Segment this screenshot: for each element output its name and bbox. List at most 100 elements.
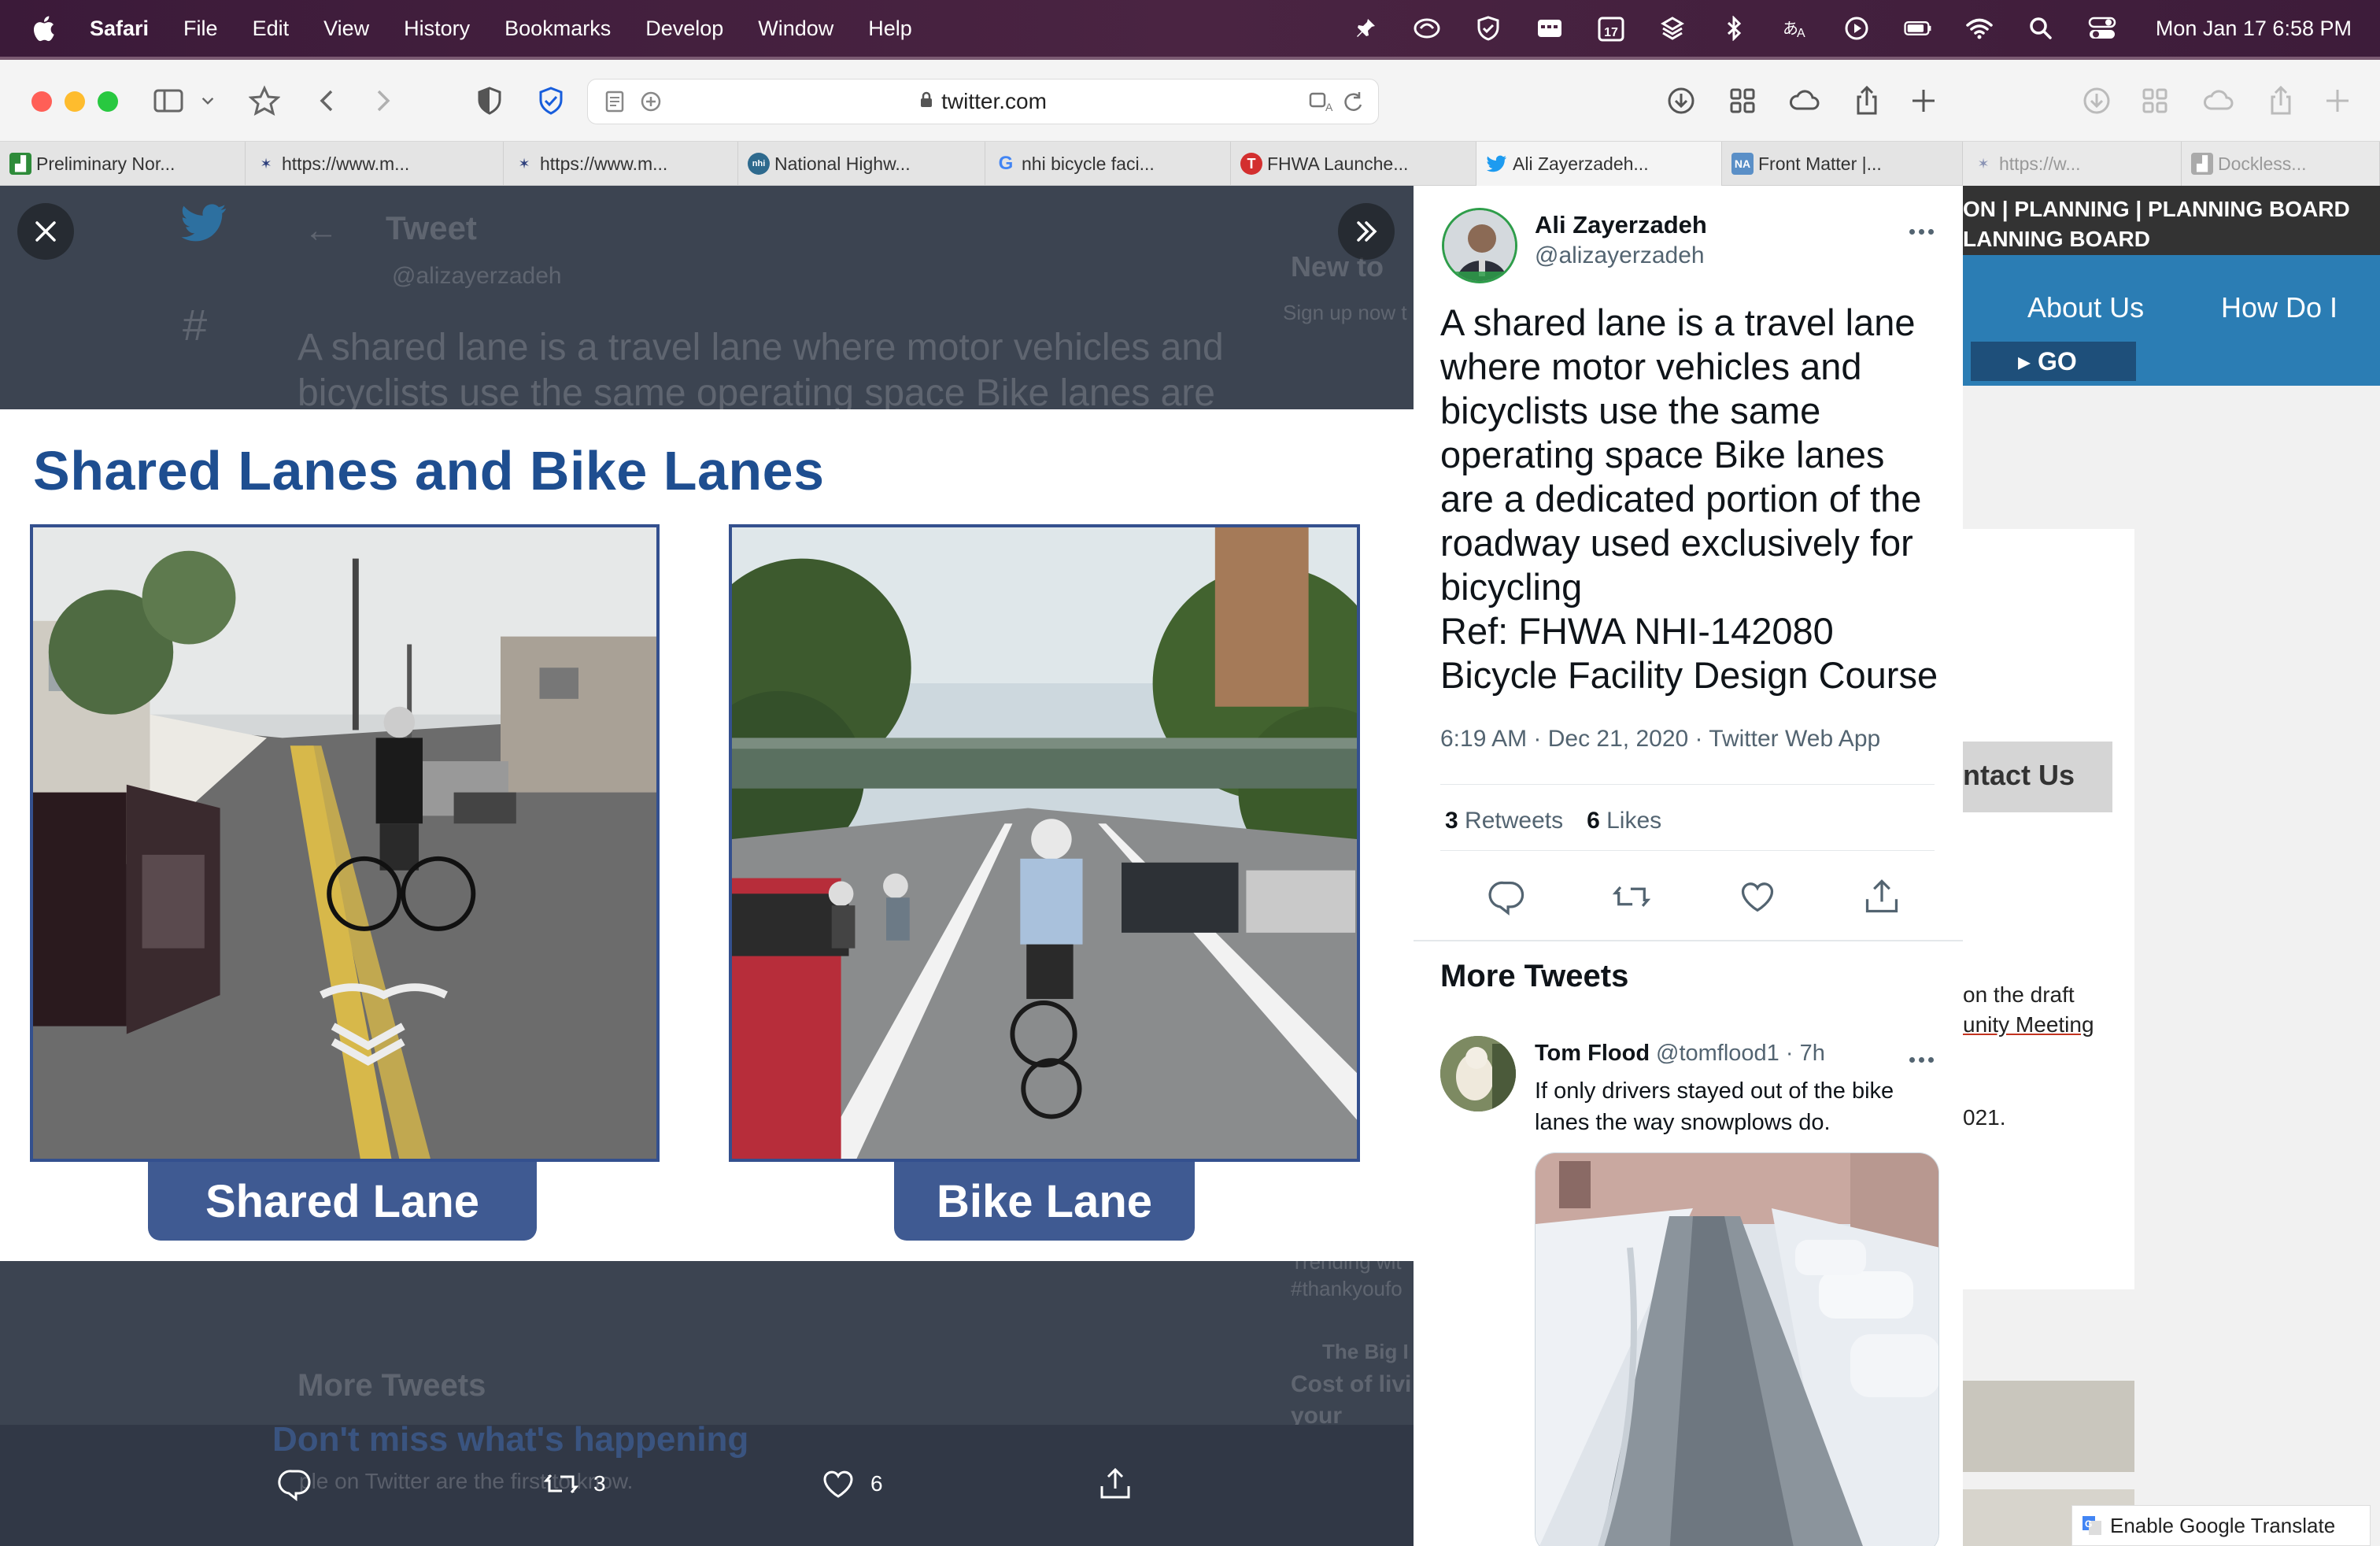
translate-page-icon[interactable]: A [1304,84,1339,119]
pin-icon[interactable] [1351,14,1380,43]
tweet-timestamp[interactable]: 6:19 AM · Dec 21, 2020 · Twitter Web App [1440,726,1880,753]
retweets-stat[interactable]: 3 Retweets [1445,808,1563,834]
apple-logo-icon[interactable] [31,15,55,42]
battery-icon[interactable] [1904,14,1932,43]
tab-national-highway[interactable]: nhi National Highw... [738,142,985,186]
svg-text:A: A [1325,101,1333,113]
privacy-shield-icon[interactable] [472,83,507,118]
menu-history[interactable]: History [404,17,470,41]
close-window-button[interactable] [31,91,52,112]
share-icon[interactable] [1850,83,1884,118]
reply-author-avatar[interactable] [1440,1036,1516,1111]
tweet-media-image[interactable]: Shared Lanes and Bike Lanes Shared Lane … [0,409,1414,1261]
play-icon[interactable] [1842,14,1871,43]
downloads-icon[interactable] [1664,83,1698,118]
sidebar-icon[interactable] [151,83,186,118]
tab-dockless[interactable]: ▟ Dockless... [2182,142,2380,186]
community-meeting-link[interactable]: unity Meeting [1963,1012,2094,1037]
downloads-icon-inactive[interactable] [2079,83,2114,118]
menubar-clock[interactable]: Mon Jan 17 6:58 PM [2156,17,2352,41]
menu-app-safari[interactable]: Safari [90,17,149,41]
tab-google-search[interactable]: Gnhi bicycle faci... [985,142,1231,186]
shield-check-icon[interactable] [1474,14,1502,43]
tab-preliminary[interactable]: ▟ Preliminary Nor... [0,142,246,186]
snowy-bike-lane-photo[interactable] [1535,1152,1939,1546]
icloud-icon[interactable] [1787,83,1821,118]
spotlight-search-icon[interactable] [2027,14,2055,43]
reply-author-handle[interactable]: @tomflood1 · 7h [1656,1041,1825,1067]
tab-https-w[interactable]: ✶ https://w... [1963,142,2182,186]
author-handle[interactable]: @alizayerzadeh [1535,242,1705,269]
menu-develop[interactable]: Develop [645,17,723,41]
add-extension-icon[interactable] [634,84,668,119]
cloud-sync-icon[interactable] [1413,14,1441,43]
url-text[interactable]: twitter.com [941,89,1047,114]
retweet-icon[interactable] [1612,877,1651,916]
calendar-icon[interactable]: 17 [1597,14,1625,43]
bitwarden-icon[interactable] [534,83,568,118]
contact-us-button[interactable]: ntact Us [1963,742,2112,812]
reply-author-name[interactable]: Tom Flood [1535,1041,1650,1067]
bg-more-tweets: More Tweets [298,1368,486,1403]
tab-front-matter[interactable]: NA Front Matter |... [1722,142,1963,186]
slide-title: Shared Lanes and Bike Lanes [33,440,825,501]
reply-icon[interactable] [1488,877,1527,916]
new-tab-icon[interactable] [1906,83,1941,118]
layers-icon[interactable] [1658,14,1687,43]
reload-icon[interactable] [1336,84,1370,119]
tab-overview-icon-inactive[interactable] [2138,83,2172,118]
media-share-button[interactable] [1097,1466,1133,1502]
heart-icon[interactable] [1738,877,1777,916]
media-reply-button[interactable] [277,1466,313,1502]
address-bar[interactable]: twitter.com A [587,79,1379,124]
site-nav: About Us How Do I ▸ GO [1963,255,2380,386]
tab-mwww-2[interactable]: ✶ https://www.m... [504,142,738,186]
menu-file[interactable]: File [183,17,218,41]
share-icon-inactive[interactable] [2264,83,2298,118]
likes-stat[interactable]: 6 Likes [1587,808,1661,834]
tweet-stats: 3 Retweets 6 Likes [1445,808,1661,834]
tab-overview-icon[interactable] [1725,83,1760,118]
back-icon[interactable] [310,83,345,118]
minimize-window-button[interactable] [65,91,85,112]
media-like-button[interactable]: 6 [820,1466,883,1502]
reader-icon[interactable] [597,84,632,119]
chevron-down-icon[interactable] [195,83,220,118]
translate-icon[interactable]: あA [1781,14,1809,43]
menu-bookmarks[interactable]: Bookmarks [504,17,611,41]
new-tab-icon-inactive[interactable] [2320,83,2355,118]
tab-ali-zayerzadeh[interactable]: Ali Zayerzadeh... [1476,142,1722,186]
more-options-icon[interactable] [1909,224,1941,239]
share-icon [1100,1467,1130,1499]
bookmark-star-icon[interactable] [247,83,282,118]
bluetooth-icon[interactable] [1720,14,1748,43]
wifi-icon[interactable] [1965,14,1994,43]
share-icon[interactable] [1862,877,1901,916]
zoom-window-button[interactable] [98,91,118,112]
search-go-button[interactable]: ▸ GO [1971,342,2136,381]
toggle-panel-button[interactable] [1338,203,1395,260]
forward-icon[interactable] [365,83,400,118]
bike-lane-photo [729,524,1360,1162]
menu-window[interactable]: Window [758,17,833,41]
menu-edit[interactable]: Edit [253,17,290,41]
site-topbar-links-2[interactable]: LANNING BOARD [1963,227,2150,252]
media-retweet-button[interactable]: 3 [543,1466,606,1502]
close-media-button[interactable] [17,203,74,260]
window-icon[interactable] [1536,14,1564,43]
author-name[interactable]: Ali Zayerzadeh [1535,211,1707,239]
site-topbar-links[interactable]: ON | PLANNING | PLANNING BOARD [1963,197,2350,222]
google-translate-button[interactable]: G Enable Google Translate [2071,1505,2371,1546]
menu-view[interactable]: View [323,17,369,41]
tweet-actions [1414,869,1963,932]
control-center-icon[interactable] [2088,14,2116,43]
tab-fhwa[interactable]: T FHWA Launche... [1231,142,1476,186]
nav-about-us[interactable]: About Us [2027,291,2144,324]
tab-mwww-1[interactable]: ✶ https://www.m... [246,142,504,186]
tab-bar: ▟ Preliminary Nor... ✶ https://www.m... ✶ h… [0,142,2380,186]
more-options-icon[interactable] [1909,1052,1941,1067]
icloud-icon-inactive[interactable] [2201,83,2235,118]
author-avatar[interactable] [1442,208,1517,283]
nav-how-do-i[interactable]: How Do I [2221,291,2338,324]
menu-help[interactable]: Help [868,17,912,41]
